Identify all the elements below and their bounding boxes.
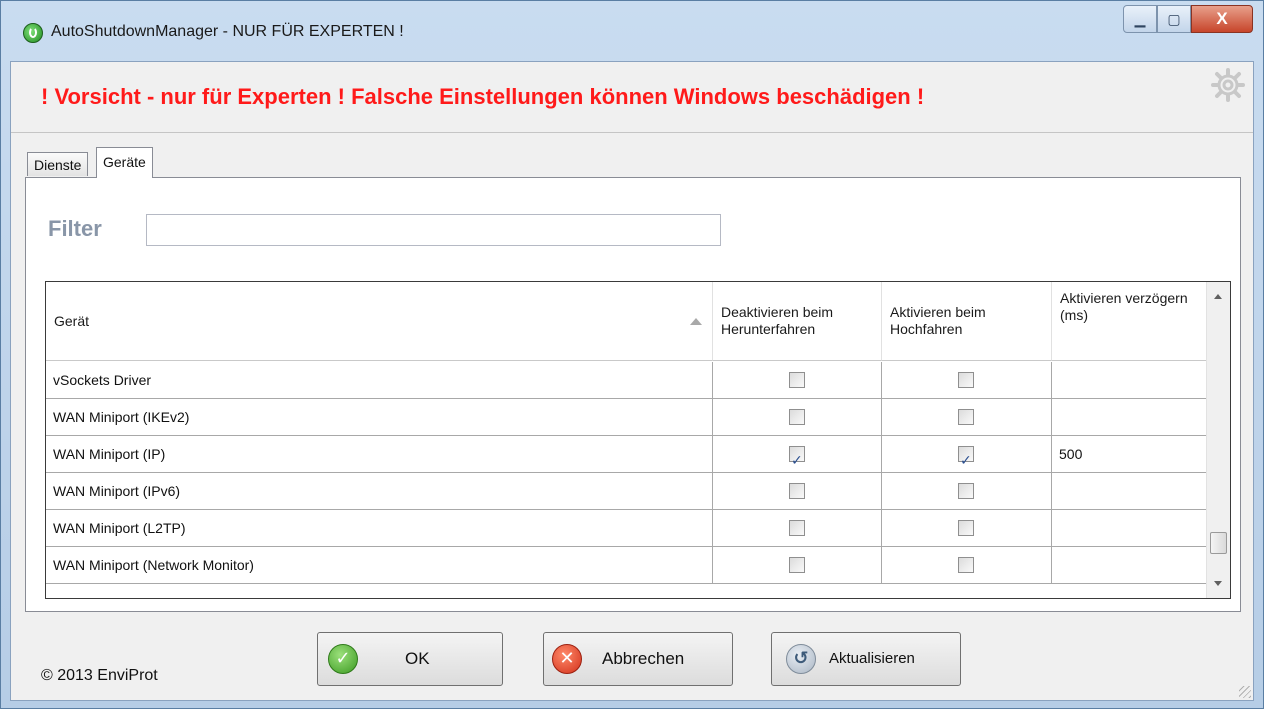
- device-name-cell: WAN Miniport (IPv6): [46, 473, 713, 509]
- close-icon: X: [1216, 9, 1228, 28]
- minimize-button[interactable]: ▁: [1123, 5, 1157, 33]
- filter-input[interactable]: [146, 214, 721, 246]
- column-header-delay-label: Aktivieren verzögern (ms): [1060, 290, 1188, 323]
- deactivate-checkbox[interactable]: [789, 520, 805, 536]
- delay-cell[interactable]: [1052, 547, 1225, 583]
- table-row[interactable]: WAN Miniport (L2TP): [46, 510, 1225, 547]
- sort-ascending-icon: [690, 318, 702, 325]
- activate-cell: [882, 399, 1052, 435]
- table-row[interactable]: WAN Miniport (Network Monitor): [46, 547, 1225, 584]
- deactivate-cell: [713, 436, 882, 472]
- device-name-cell: WAN Miniport (IP): [46, 436, 713, 472]
- refresh-button[interactable]: ↺ Aktualisieren: [771, 632, 961, 686]
- deactivate-cell: [713, 547, 882, 583]
- activate-cell: [882, 510, 1052, 546]
- scroll-down-icon[interactable]: [1214, 581, 1222, 586]
- column-header-delay[interactable]: Aktivieren verzögern (ms): [1052, 282, 1225, 361]
- ok-button[interactable]: ✓ OK: [317, 632, 503, 686]
- tab-geraete[interactable]: Geräte: [96, 147, 153, 178]
- tab-panel-geraete: Filter Gerät Deaktivieren beim Herunterf…: [25, 177, 1241, 612]
- window-title: AutoShutdownManager - NUR FÜR EXPERTEN !: [51, 23, 404, 40]
- ok-button-label: OK: [405, 649, 430, 668]
- scroll-up-icon[interactable]: [1214, 294, 1222, 299]
- activate-checkbox[interactable]: [958, 557, 974, 573]
- deactivate-cell: [713, 362, 882, 398]
- grid-header: Gerät Deaktivieren beim Herunterfahren A…: [46, 282, 1225, 362]
- delay-cell[interactable]: 500: [1052, 436, 1225, 472]
- column-header-activate[interactable]: Aktivieren beim Hochfahren: [882, 282, 1052, 361]
- delay-cell[interactable]: [1052, 399, 1225, 435]
- cancel-x-icon: ✕: [552, 644, 582, 674]
- title-bar[interactable]: AutoShutdownManager - NUR FÜR EXPERTEN !…: [1, 1, 1263, 61]
- deactivate-cell: [713, 399, 882, 435]
- table-row[interactable]: WAN Miniport (IP) 500: [46, 436, 1225, 473]
- deactivate-checkbox[interactable]: [789, 443, 805, 472]
- checkmark-icon: ✓: [328, 644, 358, 674]
- table-row[interactable]: WAN Miniport (IKEv2): [46, 399, 1225, 436]
- activate-checkbox[interactable]: [958, 443, 974, 472]
- window-controls: ▁ ▢ X: [1123, 5, 1253, 37]
- copyright-text: © 2013 EnviProt: [41, 667, 158, 684]
- delay-cell[interactable]: [1052, 473, 1225, 509]
- activate-checkbox[interactable]: [958, 372, 974, 388]
- column-header-deactivate[interactable]: Deaktivieren beim Herunterfahren: [713, 282, 882, 361]
- minimize-icon: ▁: [1134, 10, 1146, 27]
- activate-checkbox[interactable]: [958, 483, 974, 499]
- tab-dienste[interactable]: Dienste: [27, 152, 89, 176]
- cancel-button[interactable]: ✕ Abbrechen: [543, 632, 733, 686]
- device-grid: Gerät Deaktivieren beim Herunterfahren A…: [45, 281, 1231, 599]
- tab-geraete-label: Geräte: [103, 154, 146, 170]
- tab-dienste-label: Dienste: [34, 157, 82, 173]
- filter-label: Filter: [48, 216, 102, 241]
- deactivate-checkbox[interactable]: [789, 409, 805, 425]
- device-name-cell: WAN Miniport (L2TP): [46, 510, 713, 546]
- activate-cell: [882, 436, 1052, 472]
- resize-grip-icon[interactable]: [1239, 686, 1251, 698]
- close-button[interactable]: X: [1191, 5, 1253, 33]
- cancel-button-label: Abbrechen: [602, 649, 685, 668]
- maximize-icon: ▢: [1167, 10, 1181, 27]
- refresh-icon: ↺: [786, 644, 816, 674]
- deactivate-checkbox[interactable]: [789, 483, 805, 499]
- deactivate-cell: [713, 473, 882, 509]
- deactivate-cell: [713, 510, 882, 546]
- activate-cell: [882, 473, 1052, 509]
- app-window: AutoShutdownManager - NUR FÜR EXPERTEN !…: [0, 0, 1264, 709]
- refresh-button-label: Aktualisieren: [829, 650, 915, 667]
- gear-icon[interactable]: [1211, 68, 1245, 102]
- maximize-button[interactable]: ▢: [1157, 5, 1191, 33]
- grid-rows: vSockets Driver WAN Miniport (IKEv2) WAN…: [46, 362, 1225, 584]
- app-power-icon: [23, 23, 43, 43]
- column-header-geraet[interactable]: Gerät: [46, 282, 713, 361]
- activate-checkbox[interactable]: [958, 520, 974, 536]
- column-header-activate-label: Aktivieren beim Hochfahren: [890, 304, 986, 337]
- column-header-deactivate-label: Deaktivieren beim Herunterfahren: [721, 304, 834, 337]
- device-name-cell: WAN Miniport (IKEv2): [46, 399, 713, 435]
- column-header-geraet-label: Gerät: [54, 312, 90, 329]
- scroll-thumb[interactable]: [1210, 532, 1227, 554]
- device-name-cell: vSockets Driver: [46, 362, 713, 398]
- table-row[interactable]: vSockets Driver: [46, 362, 1225, 399]
- device-name-cell: WAN Miniport (Network Monitor): [46, 547, 713, 583]
- delay-cell[interactable]: [1052, 510, 1225, 546]
- client-area: ! Vorsicht - nur für Experten ! Falsche …: [10, 61, 1254, 701]
- activate-cell: [882, 362, 1052, 398]
- activate-checkbox[interactable]: [958, 409, 974, 425]
- deactivate-checkbox[interactable]: [789, 557, 805, 573]
- warning-banner: ! Vorsicht - nur für Experten ! Falsche …: [11, 62, 1253, 133]
- delay-cell[interactable]: [1052, 362, 1225, 398]
- table-row[interactable]: WAN Miniport (IPv6): [46, 473, 1225, 510]
- warning-text: ! Vorsicht - nur für Experten ! Falsche …: [41, 84, 925, 109]
- grid-vertical-scrollbar[interactable]: [1206, 282, 1230, 598]
- deactivate-checkbox[interactable]: [789, 372, 805, 388]
- activate-cell: [882, 547, 1052, 583]
